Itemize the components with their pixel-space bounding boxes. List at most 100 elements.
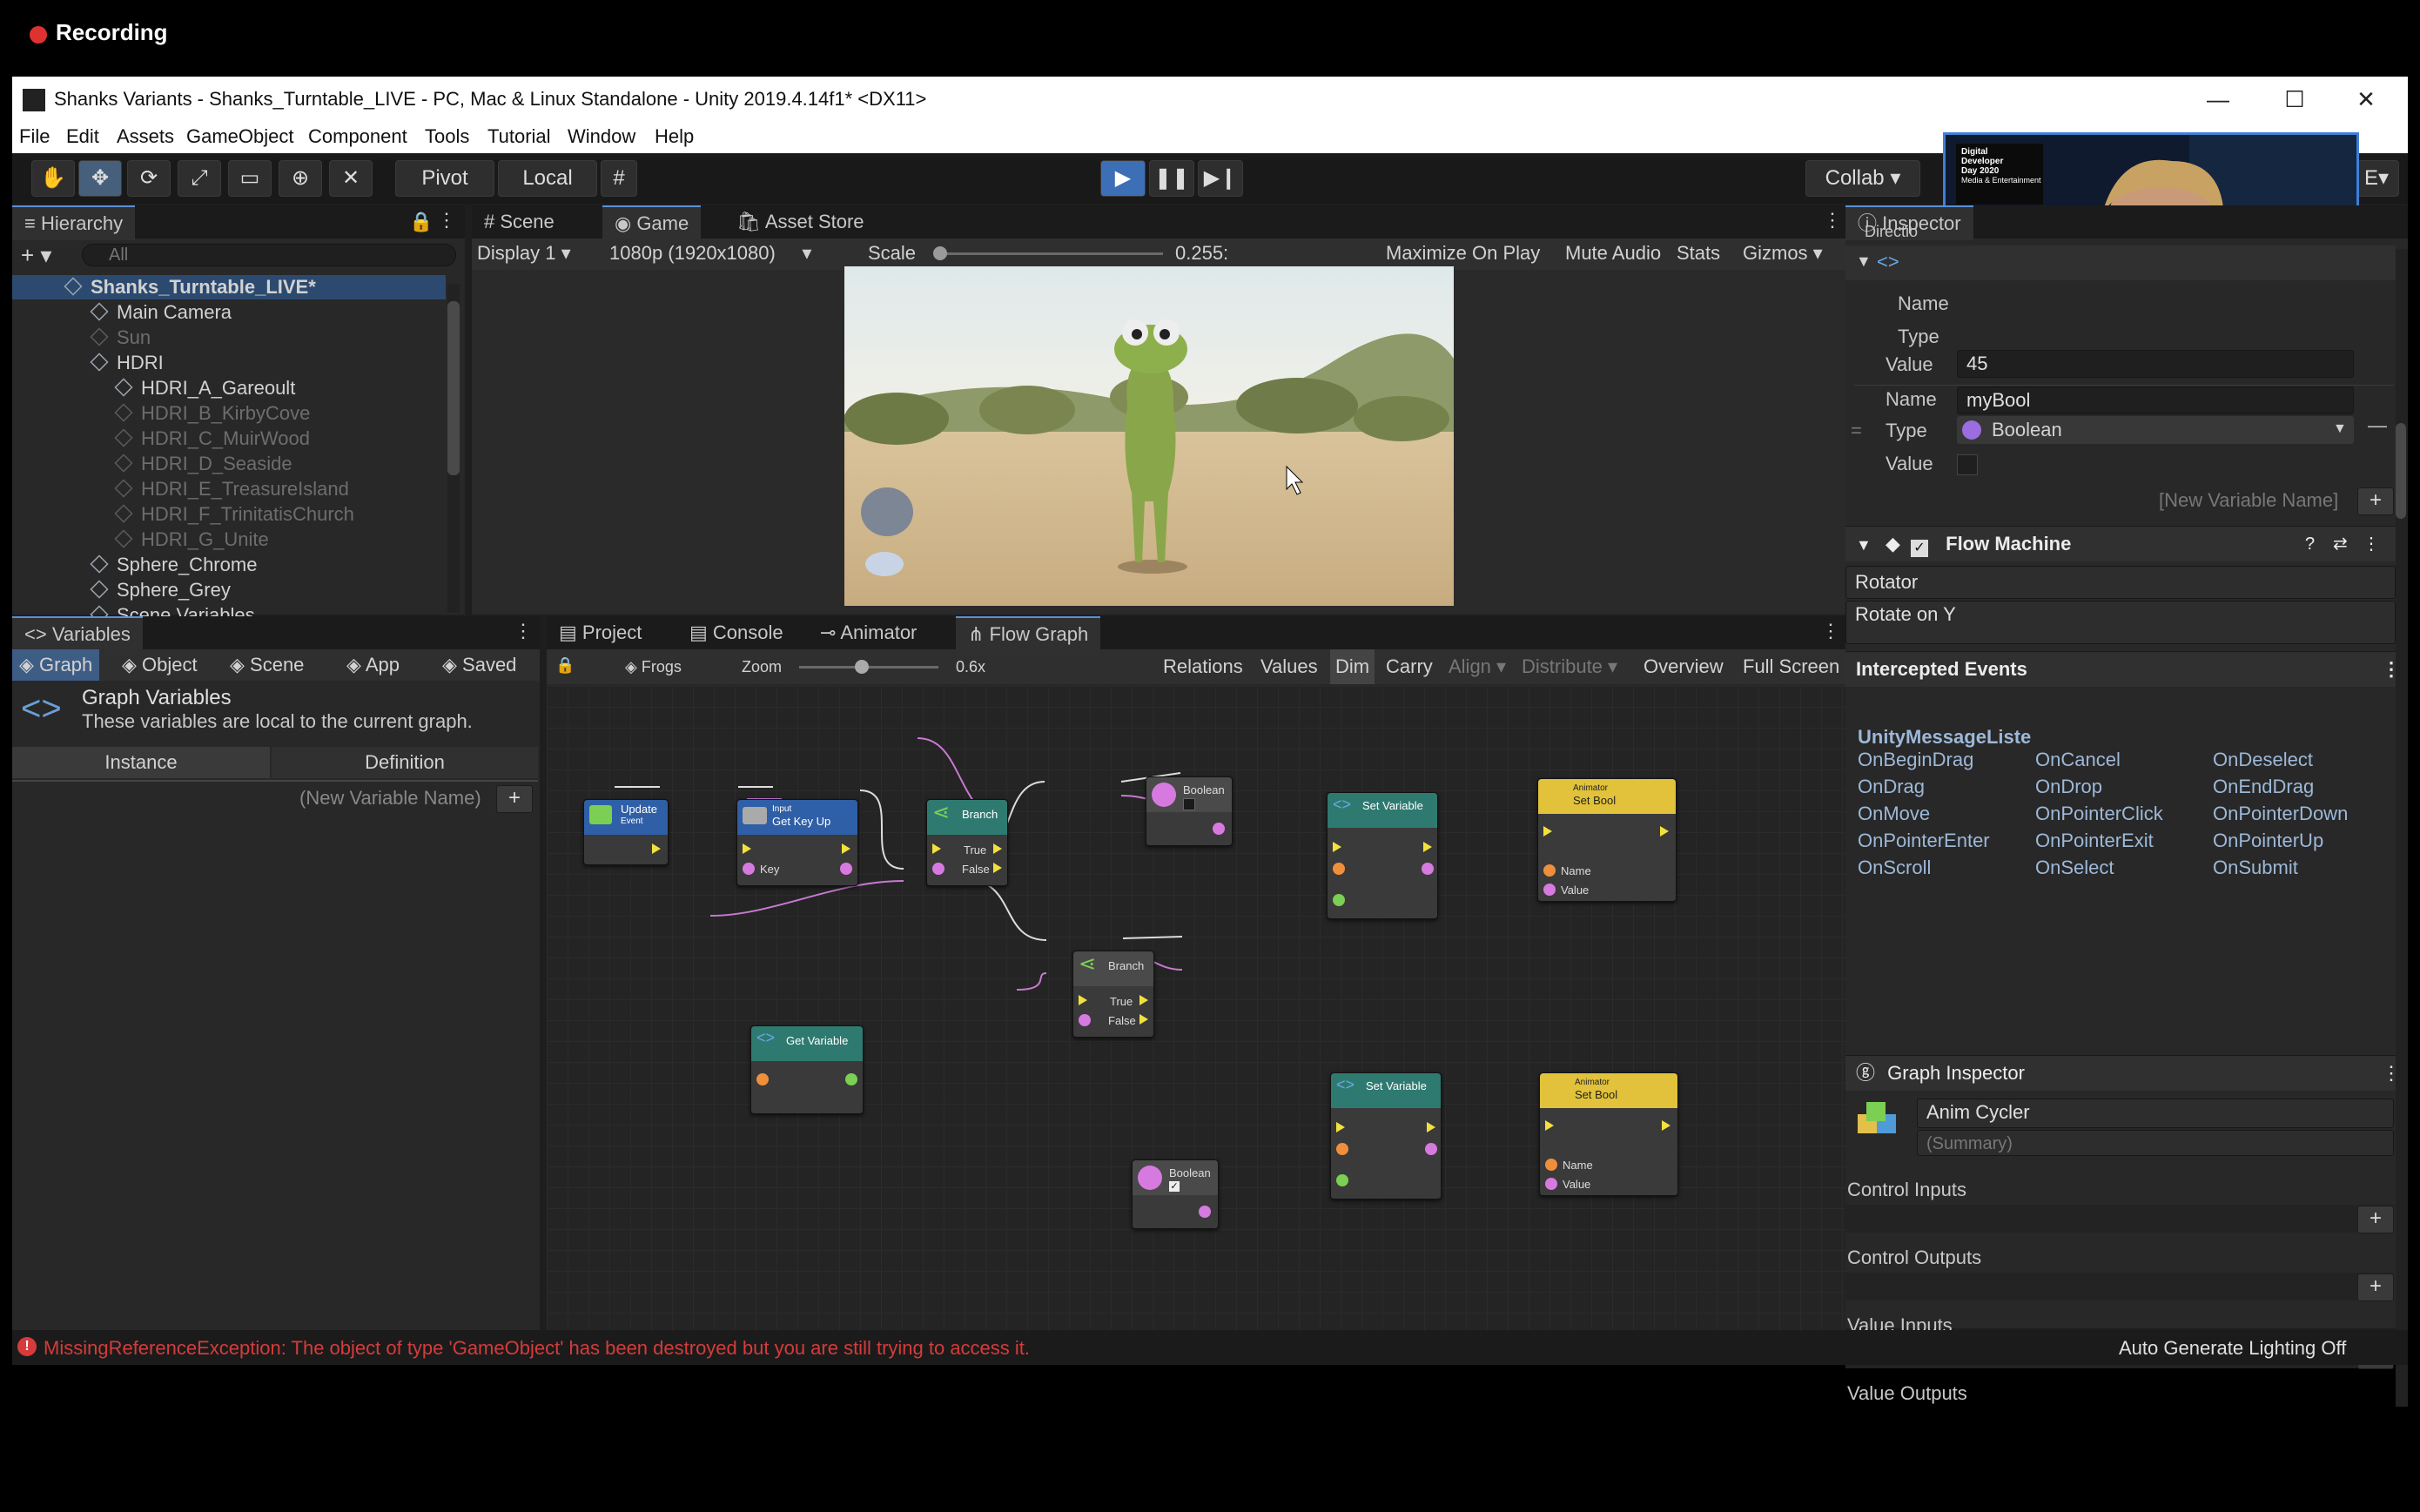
event-item[interactable]: OnDeselect	[2213, 749, 2313, 771]
event-item[interactable]: OnSubmit	[2213, 857, 2298, 879]
flow-input-port[interactable]	[932, 843, 941, 854]
boolean-literal-node-2[interactable]: Boolean ✓	[1132, 1159, 1219, 1229]
event-item[interactable]: OnEndDrag	[2213, 776, 2314, 798]
name-input-port[interactable]	[1333, 863, 1345, 875]
flow-input-port[interactable]	[743, 843, 751, 854]
more-menu-icon[interactable]: ⋮	[1823, 209, 1842, 232]
definition-tab[interactable]: Definition	[272, 747, 538, 778]
foldout-icon[interactable]: ▼	[1856, 536, 1872, 554]
var2-type-dropdown[interactable]: Boolean ▼	[1957, 416, 2354, 444]
layout-dropdown[interactable]: E▾	[2354, 160, 2399, 197]
menu-tutorial[interactable]: Tutorial	[487, 125, 551, 148]
stats-toggle[interactable]: Stats	[1677, 242, 1720, 265]
add-control-output-button[interactable]: +	[2357, 1273, 2394, 1301]
name-input-port[interactable]	[1545, 1159, 1557, 1171]
add-variable-button[interactable]: +	[496, 785, 533, 813]
event-item[interactable]: OnPointerClick	[2035, 803, 2163, 825]
value-checkbox-checked[interactable]: ✓	[1169, 1181, 1180, 1192]
scale-slider[interactable]	[933, 246, 1163, 260]
carry-toggle[interactable]: Carry	[1386, 655, 1433, 678]
machine-title-field[interactable]: Rotator	[1845, 566, 2396, 599]
hierarchy-item[interactable]: Sun	[12, 326, 446, 350]
collab-button[interactable]: Collab ▾	[1805, 160, 1920, 197]
grid-snap-icon[interactable]: #	[601, 160, 637, 197]
rotate-tool-icon[interactable]: ⟳	[127, 160, 171, 197]
breadcrumb[interactable]: ◈ Frogs	[625, 658, 682, 676]
variables-component-header[interactable]: ▼ <>	[1845, 245, 2396, 280]
hierarchy-item[interactable]: HDRI_A_Gareoult	[12, 376, 446, 400]
event-item[interactable]: OnPointerDown	[2213, 803, 2348, 825]
preset-icon[interactable]: ⇄	[2333, 527, 2348, 561]
tab-console[interactable]: ▤ Console	[677, 616, 796, 649]
tab-scene[interactable]: # Scene	[472, 205, 567, 239]
step-button[interactable]: ▶❙	[1198, 160, 1243, 197]
resolution-dropdown[interactable]: 1080p (1920x1080) ▾	[609, 242, 811, 265]
event-item[interactable]: OnPointerExit	[2035, 830, 2154, 852]
true-output-port[interactable]	[993, 843, 1002, 854]
more-menu-icon[interactable]: ⋮	[514, 620, 533, 642]
tab-flow-graph[interactable]: ⋔ Flow Graph	[956, 616, 1101, 651]
event-item[interactable]: OnDrop	[2035, 776, 2102, 798]
transform-tool-icon[interactable]: ⊕	[279, 160, 322, 197]
values-toggle[interactable]: Values	[1260, 655, 1318, 678]
value-input-port[interactable]	[1543, 884, 1556, 896]
event-item[interactable]: OnPointerUp	[2213, 830, 2323, 852]
value-output-port[interactable]	[1425, 1143, 1437, 1155]
flow-input-port[interactable]	[1336, 1122, 1345, 1132]
name-input-port[interactable]	[756, 1073, 769, 1085]
value-input-port[interactable]	[1336, 1174, 1348, 1186]
var2-value-checkbox[interactable]	[1957, 454, 1978, 475]
menu-edit[interactable]: Edit	[66, 125, 99, 148]
value-output-port[interactable]	[1213, 823, 1225, 835]
menu-component[interactable]: Component	[308, 125, 407, 148]
flow-output-port[interactable]	[652, 843, 661, 854]
flow-input-port[interactable]	[1543, 826, 1552, 837]
value-output-port[interactable]	[1199, 1206, 1211, 1218]
tab-asset-store[interactable]: 🛍 Asset Store	[724, 205, 877, 239]
set-variable-node-1[interactable]: <> Set Variable	[1327, 792, 1438, 919]
machine-summary-field[interactable]: Rotate on Y	[1845, 601, 2396, 644]
hierarchy-search-input[interactable]	[82, 244, 456, 266]
maximize-on-play-toggle[interactable]: Maximize On Play	[1386, 242, 1540, 265]
condition-port[interactable]	[932, 863, 944, 875]
animator-set-bool-node-2[interactable]: Animator Set Bool Name Value	[1539, 1072, 1678, 1196]
flow-output-port[interactable]	[842, 843, 850, 854]
new-variable-name-field[interactable]: (New Variable Name)	[299, 787, 481, 810]
close-button[interactable]: ✕	[2340, 82, 2392, 117]
hierarchy-item[interactable]: HDRI_C_MuirWood	[12, 427, 446, 451]
custom-tool-icon[interactable]: ✕	[329, 160, 373, 197]
maximize-button[interactable]: ☐	[2269, 82, 2321, 117]
event-item[interactable]: OnScroll	[1858, 857, 1931, 879]
menu-file[interactable]: File	[19, 125, 50, 148]
scrollbar-thumb[interactable]	[447, 301, 460, 475]
more-menu-icon[interactable]: ⋮	[1821, 620, 1840, 642]
flow-output-port[interactable]	[1662, 1120, 1670, 1131]
animator-set-bool-node-1[interactable]: Animator Set Bool Name Value	[1537, 778, 1677, 902]
enabled-checkbox[interactable]: ✓	[1911, 540, 1928, 557]
pause-button[interactable]: ❚❚	[1149, 160, 1194, 197]
relations-toggle[interactable]: Relations	[1163, 655, 1243, 678]
mute-audio-toggle[interactable]: Mute Audio	[1565, 242, 1661, 265]
instance-tab[interactable]: Instance	[12, 747, 270, 778]
hierarchy-item[interactable]: Shanks_Turntable_LIVE*	[12, 275, 446, 299]
scale-slider-handle[interactable]	[933, 246, 947, 260]
tab-hierarchy[interactable]: ≡ Hierarchy	[12, 205, 136, 240]
new-variable-name-field[interactable]: [New Variable Name]	[2159, 489, 2338, 512]
zoom-slider-handle[interactable]	[855, 660, 869, 674]
hierarchy-item[interactable]: HDRI_F_TrinitatisChurch	[12, 502, 446, 527]
rect-tool-icon[interactable]: ▭	[228, 160, 272, 197]
menu-assets[interactable]: Assets	[117, 125, 174, 148]
local-toggle[interactable]: Local	[498, 160, 597, 197]
game-view[interactable]	[844, 266, 1454, 606]
name-input-port[interactable]	[1543, 864, 1556, 877]
tab-animator[interactable]: ⊸ Animator	[808, 616, 929, 649]
tab-project[interactable]: ▤ Project	[547, 616, 654, 649]
dim-toggle[interactable]: Dim	[1330, 649, 1375, 684]
graph-summary-field[interactable]: (Summary)	[1917, 1130, 2394, 1156]
flow-output-port[interactable]	[1427, 1122, 1435, 1132]
branch-node-1[interactable]: ⋖ Branch True False	[926, 799, 1008, 886]
hierarchy-scrollbar[interactable]	[447, 284, 460, 613]
value-output-port[interactable]	[845, 1073, 857, 1085]
scope-app[interactable]: ◈ App	[346, 649, 400, 681]
zoom-slider[interactable]	[799, 660, 938, 674]
